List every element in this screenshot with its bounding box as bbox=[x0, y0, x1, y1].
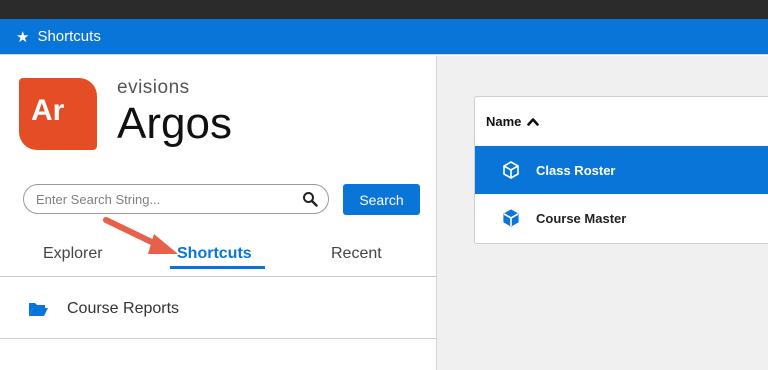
search-box[interactable] bbox=[23, 184, 329, 214]
title-bar: ★ Shortcuts bbox=[0, 19, 768, 55]
report-cube-icon bbox=[503, 209, 519, 227]
row-label: Course Master bbox=[536, 210, 627, 226]
grid-row-class-roster[interactable]: Class Roster bbox=[475, 146, 768, 194]
column-header-label: Name bbox=[486, 113, 522, 129]
shortcuts-grid: Name Class Roster Course Master bbox=[474, 96, 768, 244]
sidebar: Ar evisions Argos Search Explorer Shortc… bbox=[0, 56, 437, 370]
search-input[interactable] bbox=[36, 189, 296, 209]
column-header-name[interactable]: Name bbox=[475, 97, 768, 145]
logo-text: Ar bbox=[31, 94, 65, 127]
main-panel: Name Class Roster Course Master bbox=[437, 56, 768, 370]
list-divider bbox=[0, 338, 436, 339]
grid-row-course-master[interactable]: Course Master bbox=[475, 194, 768, 242]
search-button[interactable]: Search bbox=[343, 184, 420, 215]
active-tab-indicator bbox=[170, 266, 265, 269]
report-cube-icon bbox=[503, 161, 519, 179]
star-icon: ★ bbox=[16, 28, 30, 46]
product-name: Argos bbox=[117, 99, 232, 148]
window-top-strip bbox=[0, 0, 768, 19]
tabs-divider bbox=[0, 276, 436, 277]
title-bar-label: Shortcuts bbox=[37, 28, 101, 45]
vendor-name: evisions bbox=[117, 77, 190, 98]
tab-explorer[interactable]: Explorer bbox=[43, 245, 103, 263]
argos-logo: Ar bbox=[19, 78, 97, 150]
sort-ascending-icon bbox=[527, 117, 540, 126]
tree-item-label: Course Reports bbox=[67, 300, 180, 317]
tab-shortcuts[interactable]: Shortcuts bbox=[177, 245, 252, 263]
folder-open-icon bbox=[29, 303, 48, 316]
search-icon[interactable] bbox=[302, 191, 318, 207]
tab-recent[interactable]: Recent bbox=[331, 245, 382, 263]
row-label: Class Roster bbox=[536, 162, 616, 178]
tree-item-course-reports[interactable]: Course Reports bbox=[28, 297, 179, 321]
